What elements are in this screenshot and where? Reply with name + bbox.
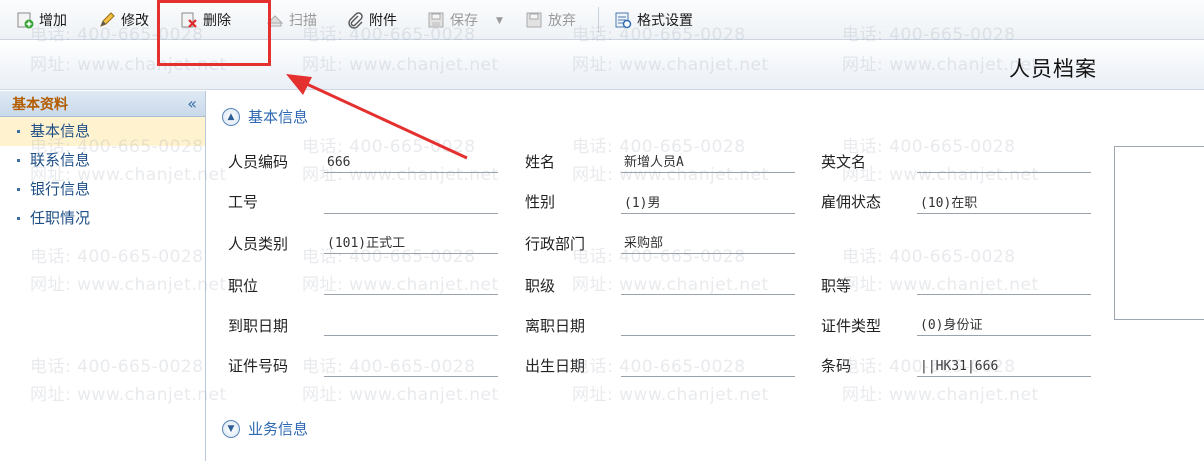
save-button[interactable]: 保存 [427,9,478,31]
scan-button[interactable]: 扫描 [266,9,317,31]
employment-status-field[interactable]: (10)在职 [917,192,1091,214]
job-no-field[interactable] [324,192,498,214]
barcode-field[interactable]: ||HK31|666 [917,355,1091,377]
attachment-button[interactable]: 附件 [346,9,397,31]
save-label: 保存 [450,13,478,29]
collapse-icon[interactable]: « [187,94,197,113]
id-no-label: 证件号码 [228,357,289,375]
sidebar-item-basic-info[interactable]: 基本信息 [0,117,205,146]
watermark-phone: 电话: 400-665-0028 [842,247,1016,267]
format-settings-label: 格式设置 [637,13,693,29]
chevron-down-icon: ▼ [496,16,503,26]
watermark-site: 网址: www.chanjet.net [572,385,769,405]
attachment-label: 附件 [369,13,397,29]
highlight-box [157,0,271,66]
emp-type-field[interactable]: (101)正式工 [324,232,498,254]
sidebar-item-bank-info[interactable]: 银行信息 [0,175,205,204]
edit-button[interactable]: 修改 [98,9,149,31]
discard-icon [526,12,542,28]
english-name-label: 英文名 [821,153,867,171]
expand-down-icon: ▼ [222,419,240,438]
job-no-label: 工号 [228,193,259,211]
hire-date-field[interactable] [324,314,498,336]
paperclip-icon [348,12,363,29]
section-basic-title: 基本信息 [248,108,309,126]
discard-label: 放弃 [548,13,576,29]
emp-code-label: 人员编码 [228,153,289,171]
save-dropdown-arrow[interactable]: ▼ [496,10,503,32]
gender-label: 性别 [525,193,556,211]
sidebar: 基本资料 « 基本信息 联系信息 银行信息 任职情况 [0,91,206,461]
add-button[interactable]: 增加 [16,9,67,31]
format-settings-icon [615,12,632,29]
employment-status-label: 雇佣状态 [821,193,882,211]
id-no-field[interactable] [324,355,498,377]
sidebar-title: 基本资料 [12,96,68,113]
save-icon [428,12,444,28]
section-basic-info[interactable]: ▲ 基本信息 [222,106,308,127]
pencil-icon [100,12,115,27]
barcode-label: 条码 [821,357,852,375]
grade-field[interactable] [917,273,1091,295]
name-field[interactable]: 新增人员A [621,151,795,173]
dept-field[interactable]: 采购部 [621,232,795,254]
scan-label: 扫描 [289,13,317,29]
watermark-site: 网址: www.chanjet.net [302,385,499,405]
birth-date-field[interactable] [621,355,795,377]
sidebar-item-job-info[interactable]: 任职情况 [0,204,205,233]
leave-date-field[interactable] [621,314,795,336]
rank-label: 职级 [525,277,556,295]
add-label: 增加 [39,13,67,29]
add-icon [17,12,34,29]
emp-code-field[interactable]: 666 [324,151,498,173]
section-business-info[interactable]: ▼ 业务信息 [222,418,308,439]
position-label: 职位 [228,277,259,295]
page-title: 人员档案 [1009,57,1097,81]
rank-field[interactable] [621,273,795,295]
dept-label: 行政部门 [525,235,586,253]
watermark-site: 网址: www.chanjet.net [842,385,1039,405]
name-label: 姓名 [525,153,556,171]
section-business-title: 业务信息 [248,420,309,438]
english-name-field[interactable] [917,151,1091,173]
edit-label: 修改 [121,13,149,29]
hire-date-label: 到职日期 [228,317,289,335]
toolbar-divider [598,7,599,33]
format-settings-button[interactable]: 格式设置 [614,9,693,31]
birth-date-label: 出生日期 [525,357,586,375]
photo-box[interactable] [1114,146,1204,320]
discard-button[interactable]: 放弃 [525,9,576,31]
emp-type-label: 人员类别 [228,235,289,253]
sidebar-item-contact-info[interactable]: 联系信息 [0,146,205,175]
leave-date-label: 离职日期 [525,317,586,335]
collapse-up-icon: ▲ [222,107,240,126]
gender-field[interactable]: (1)男 [621,192,795,214]
position-field[interactable] [324,273,498,295]
id-type-label: 证件类型 [821,317,882,335]
grade-label: 职等 [821,277,852,295]
id-type-field[interactable]: (0)身份证 [917,314,1091,336]
sidebar-header: 基本资料 « [0,91,205,117]
